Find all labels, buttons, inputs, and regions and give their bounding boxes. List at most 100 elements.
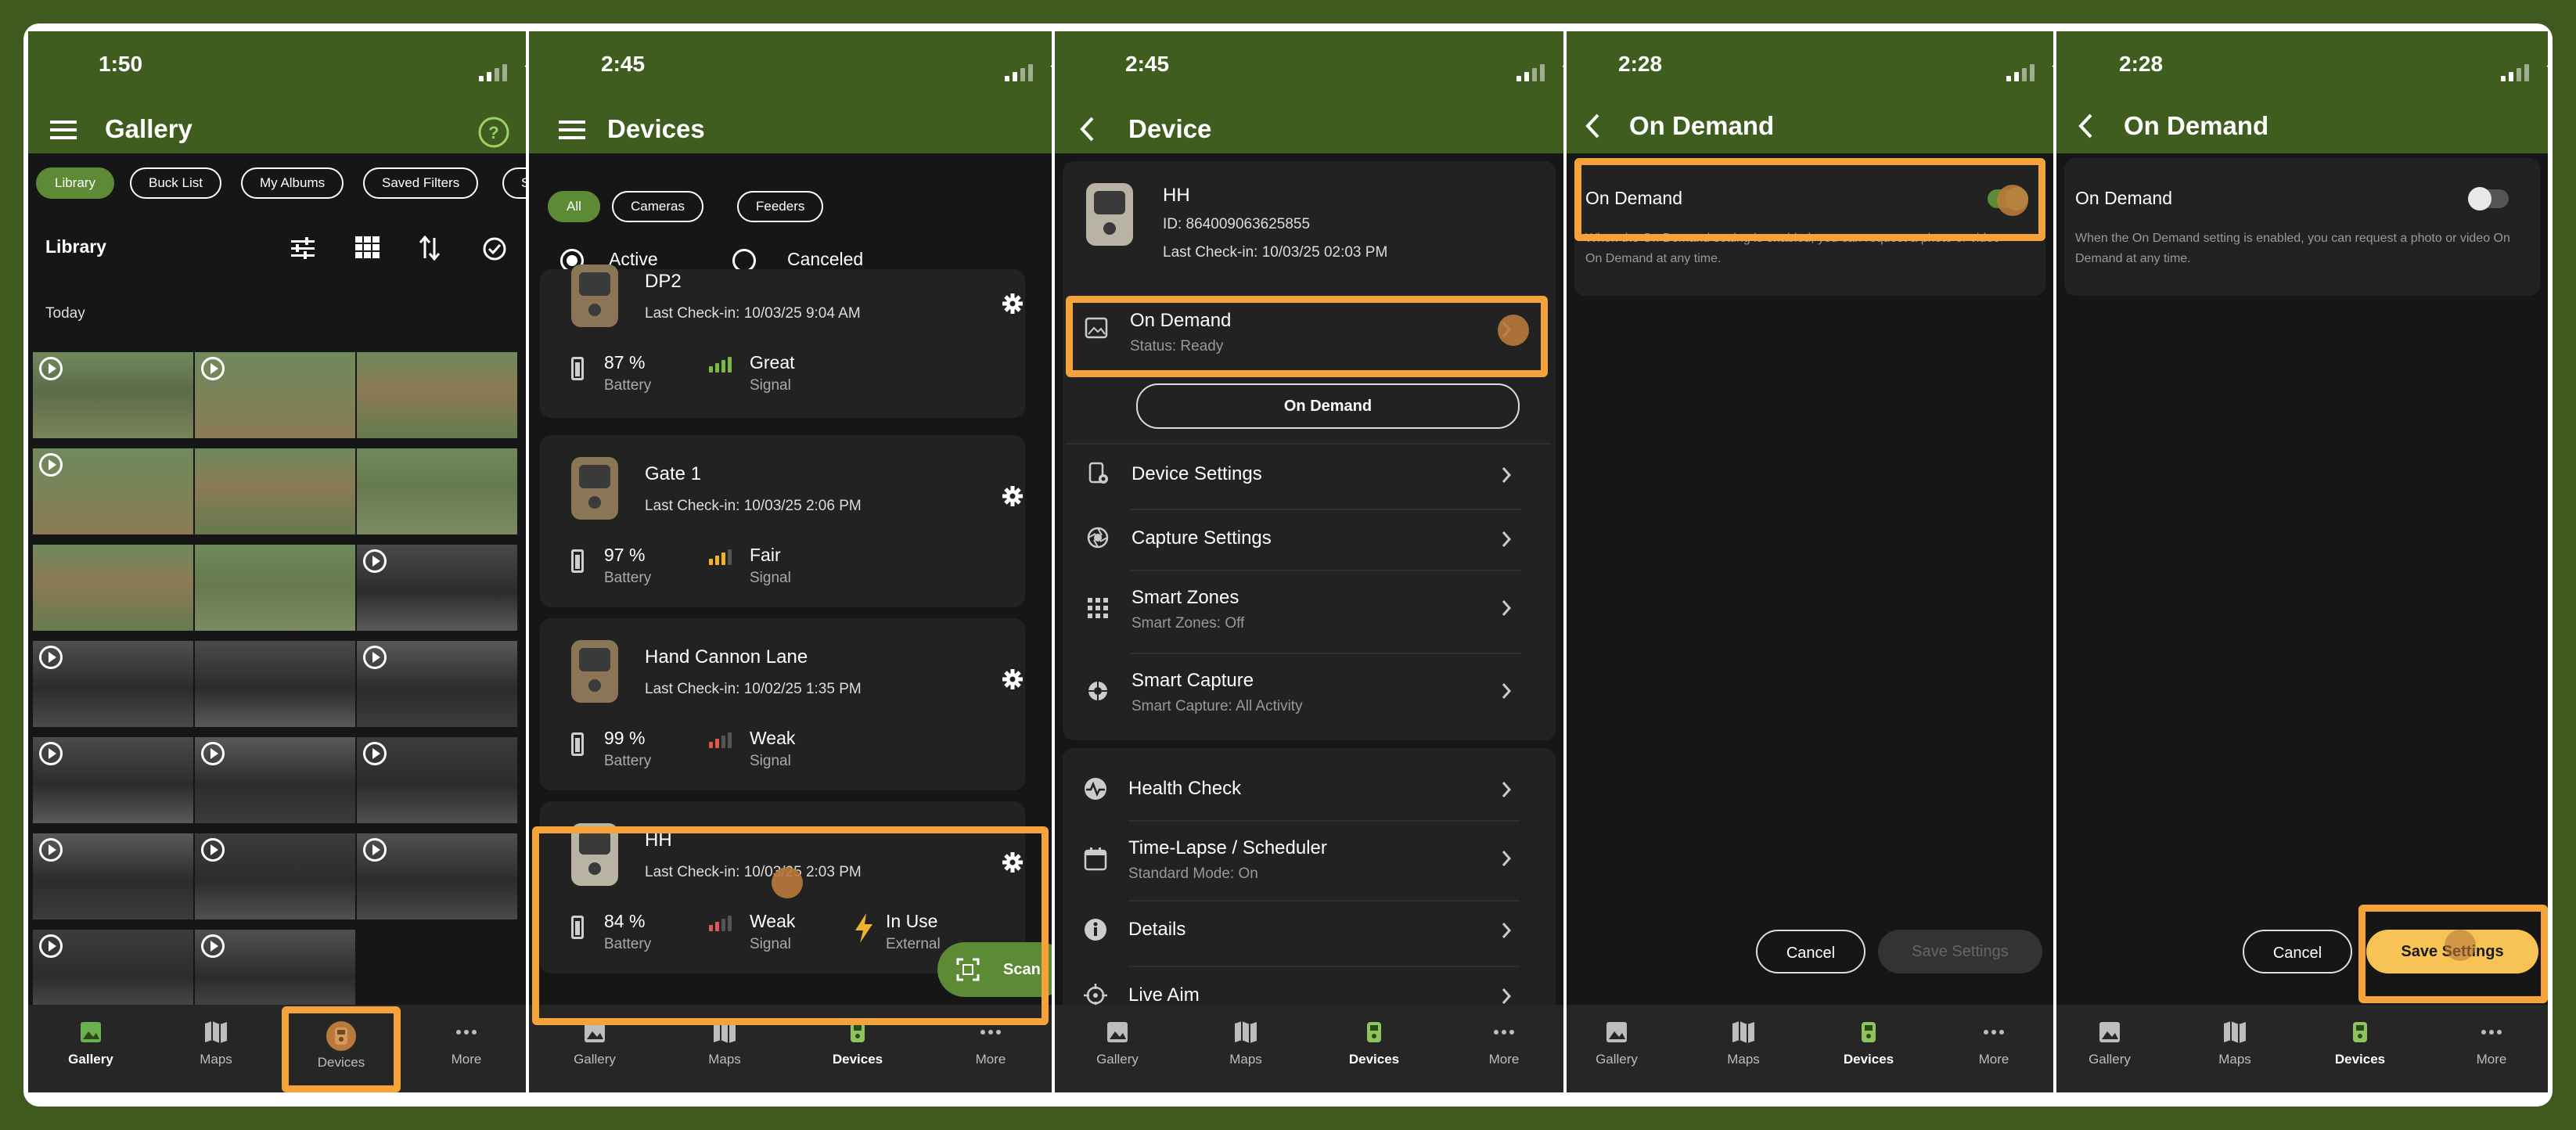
tab-more[interactable]: More — [1445, 1020, 1563, 1067]
grid-icon[interactable] — [355, 236, 380, 260]
photo-thumbnail[interactable] — [33, 930, 193, 1016]
tab-gallery[interactable]: Gallery — [1567, 1020, 1675, 1067]
chip-saved-filters[interactable]: Saved Filters — [363, 167, 479, 199]
battery-icon — [571, 732, 584, 756]
photo-thumbnail[interactable] — [357, 833, 517, 919]
chip-more[interactable]: Sma — [502, 167, 526, 199]
photo-thumbnail[interactable] — [357, 352, 517, 438]
tab-devices[interactable]: Devices — [799, 1020, 916, 1067]
sort-icon[interactable] — [418, 235, 441, 261]
device-name: Hand Cannon Lane — [645, 646, 808, 668]
settings-row[interactable]: Smart Capture Smart Capture: All Activity — [1055, 654, 1563, 729]
cancel-button[interactable]: Cancel — [1756, 930, 1865, 973]
play-icon — [39, 934, 63, 958]
more-icon — [1494, 1030, 1514, 1035]
more-row[interactable]: Health Check — [1055, 761, 1563, 820]
more-row[interactable]: Details — [1055, 901, 1563, 961]
tab-maps[interactable]: Maps — [2176, 1020, 2294, 1067]
capture-settings-icon — [1086, 526, 1110, 553]
tab-gallery[interactable]: Gallery — [1059, 1020, 1176, 1067]
wifi-icon — [1050, 65, 1052, 67]
tab-devices[interactable]: Devices — [2301, 1020, 2419, 1067]
wifi-icon — [524, 65, 526, 67]
photo-thumbnail[interactable] — [357, 545, 517, 631]
photo-thumbnail[interactable] — [195, 833, 355, 919]
chip-buck-list[interactable]: Buck List — [130, 167, 221, 199]
chip-all[interactable]: All — [548, 191, 600, 222]
chip-feeders[interactable]: Feeders — [737, 191, 824, 222]
filter-icon[interactable] — [290, 236, 316, 260]
tab-maps[interactable]: Maps — [1685, 1020, 1802, 1067]
tab-maps[interactable]: Maps — [1187, 1020, 1304, 1067]
tab-label: More — [1488, 1052, 1520, 1067]
photo-thumbnail[interactable] — [195, 352, 355, 438]
gear-icon[interactable] — [1002, 485, 1024, 507]
photo-thumbnail[interactable] — [33, 833, 193, 919]
photo-thumbnail[interactable] — [195, 737, 355, 823]
tab-label: Devices — [832, 1052, 883, 1067]
select-icon[interactable] — [482, 236, 507, 261]
menu-icon[interactable] — [50, 119, 78, 141]
photo-thumbnail[interactable] — [33, 448, 193, 534]
map-icon — [205, 1021, 227, 1043]
gear-icon[interactable] — [1002, 668, 1024, 690]
back-chevron-icon[interactable] — [2077, 113, 2094, 139]
chevron-right-icon — [1502, 988, 1512, 1004]
gallery-icon — [2099, 1022, 2120, 1042]
tab-gallery[interactable]: Gallery — [2056, 1020, 2168, 1067]
device-detail-screen: 2:45 Device HH ID: 864009063625855 Last … — [1055, 31, 1563, 1092]
on-demand-button[interactable]: On Demand — [1136, 383, 1520, 429]
photo-thumbnail[interactable] — [357, 448, 517, 534]
photo-thumbnail[interactable] — [33, 641, 193, 727]
tab-maps[interactable]: Maps — [157, 1020, 275, 1067]
signal-label: Signal — [750, 753, 791, 769]
tab-gallery[interactable]: Gallery — [536, 1020, 653, 1067]
tab-more[interactable]: More — [408, 1020, 525, 1067]
wifi-icon — [2546, 65, 2548, 67]
tab-more[interactable]: More — [2433, 1020, 2548, 1067]
on-demand-toggle[interactable] — [2468, 187, 2509, 211]
signal-bar — [728, 357, 732, 372]
chip-cameras[interactable]: Cameras — [612, 191, 703, 222]
play-icon — [201, 838, 225, 862]
on-demand-screen-on: 2:28 On Demand On Demand When the On Dem… — [1567, 31, 2053, 1092]
photo-thumbnail[interactable] — [357, 641, 517, 727]
back-chevron-icon[interactable] — [1584, 113, 1601, 139]
more-row[interactable]: Time-Lapse / Scheduler Standard Mode: On — [1055, 822, 1563, 897]
photo-thumbnail[interactable] — [357, 737, 517, 823]
tab-devices[interactable]: Devices — [1810, 1020, 1927, 1067]
on-demand-header: 2:28 On Demand — [2056, 31, 2548, 153]
gear-icon[interactable] — [1002, 293, 1024, 315]
chip-library[interactable]: Library — [36, 167, 114, 199]
photo-thumbnail[interactable] — [195, 448, 355, 534]
tab-bar: Gallery Maps Devices More — [2056, 1005, 2548, 1092]
signal-label: Signal — [750, 570, 791, 586]
photo-thumbnail[interactable] — [33, 737, 193, 823]
tab-label: Maps — [2218, 1052, 2251, 1067]
chip-my-albums[interactable]: My Albums — [241, 167, 344, 199]
signal-bar — [709, 559, 713, 565]
settings-row[interactable]: Capture Settings — [1055, 510, 1563, 570]
photo-thumbnail[interactable] — [195, 545, 355, 631]
photo-thumbnail[interactable] — [33, 352, 193, 438]
date-label: Today — [45, 305, 85, 322]
battery-icon — [571, 357, 584, 380]
tab-more[interactable]: More — [1935, 1020, 2053, 1067]
photo-thumbnail[interactable] — [33, 545, 193, 631]
tab-maps[interactable]: Maps — [666, 1020, 783, 1067]
photo-thumbnail[interactable] — [195, 641, 355, 727]
menu-icon[interactable] — [559, 119, 587, 141]
status-time: 2:45 — [1125, 52, 1170, 76]
highlight-hh-device — [532, 826, 1049, 1025]
tab-devices[interactable]: Devices — [1315, 1020, 1433, 1067]
tab-more[interactable]: More — [932, 1020, 1049, 1067]
settings-row[interactable]: Device Settings — [1055, 446, 1563, 506]
help-icon[interactable]: ? — [477, 116, 510, 149]
photo-thumbnail[interactable] — [195, 930, 355, 1016]
wifi-icon — [1562, 65, 1563, 67]
settings-row[interactable]: Smart Zones Smart Zones: Off — [1055, 571, 1563, 646]
cancel-button[interactable]: Cancel — [2243, 930, 2352, 973]
tab-gallery[interactable]: Gallery — [32, 1020, 149, 1067]
save-settings-button[interactable]: Save Settings — [1878, 930, 2042, 973]
back-chevron-icon[interactable] — [1078, 116, 1096, 142]
